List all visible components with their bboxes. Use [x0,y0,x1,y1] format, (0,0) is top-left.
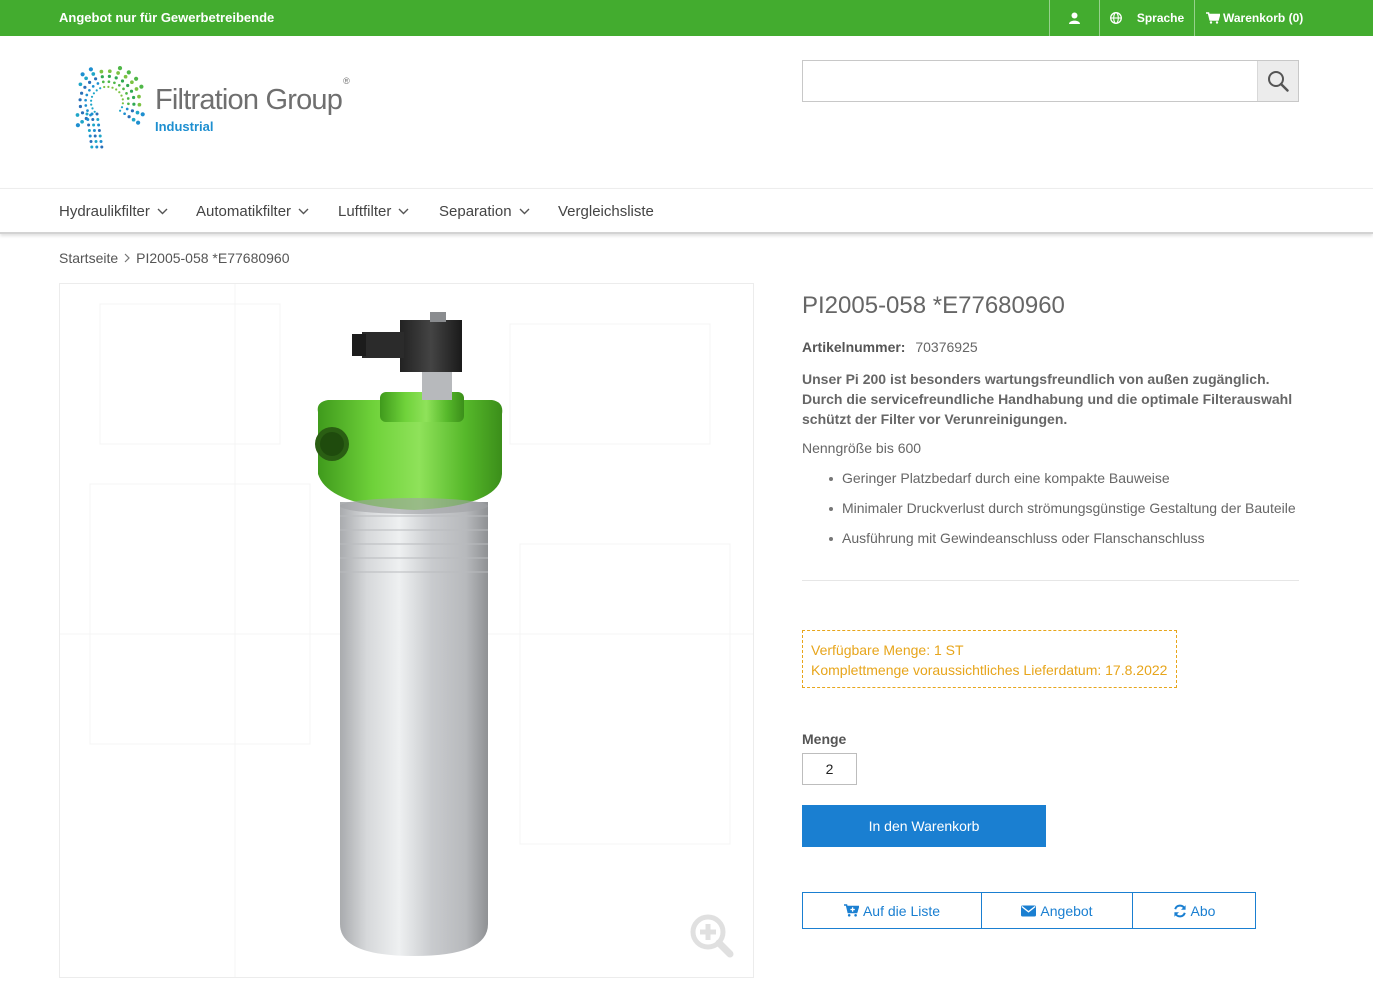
breadcrumb: Startseite PI2005-058 *E77680960 [59,250,290,266]
nominal-size: Nenngröße bis 600 [802,440,922,456]
envelope-icon [1021,905,1037,916]
search-button[interactable] [1257,61,1298,101]
breadcrumb-home[interactable]: Startseite [59,250,118,266]
logo-name-text: Filtration Group [155,84,343,116]
subscription-label: Abo [1190,902,1216,919]
main-navigation: Hydraulikfilter Automatikfilter Luftfilt… [0,188,1373,234]
article-number-label: Artikelnummer: [802,339,906,355]
nav-item-label: Separation [439,203,512,220]
filter-housing-image [60,284,753,977]
account-button[interactable] [1049,0,1099,36]
nav-item-label: Luftfilter [338,203,392,220]
availability-delivery-date: Komplettmenge voraussichtliches Lieferda… [811,662,1168,678]
chevron-down-icon [398,208,409,215]
product-title: PI2005-058 *E77680960 [802,292,1065,319]
add-to-cart-button[interactable]: In den Warenkorb [802,805,1046,847]
nav-item-luftfilter[interactable]: Luftfilter [338,203,409,220]
chevron-down-icon [298,208,309,215]
logo-name: Filtration Group® [155,76,350,117]
article-number-value: 70376925 [915,339,978,355]
globe-icon [1109,12,1122,24]
refresh-icon [1173,904,1186,917]
product-image[interactable] [59,283,754,978]
add-to-list-button[interactable]: Auf die Liste [803,893,981,928]
brand-logo[interactable]: Filtration Group® Industrial [75,66,405,156]
chevron-down-icon [519,208,530,215]
quote-button[interactable]: Angebot [981,893,1132,928]
feature-list: Geringer Platzbedarf durch eine kompakte… [829,470,1296,560]
nav-item-vergleichsliste[interactable]: Vergleichsliste [558,203,654,220]
list-item: Ausführung mit Gewindeanschluss oder Fla… [829,530,1296,560]
availability-box: Verfügbare Menge: 1 ST Komplettmenge vor… [802,630,1177,688]
nav-item-label: Hydraulikfilter [59,203,150,220]
product-actions: Auf die Liste Angebot Abo [802,892,1256,929]
nav-item-label: Vergleichsliste [558,203,654,220]
shopping-cart-icon [1206,12,1220,24]
breadcrumb-current: PI2005-058 *E77680960 [136,250,290,266]
cart-button[interactable]: Warenkorb (0) [1194,0,1373,36]
cart-plus-icon [843,904,859,917]
search-bar [802,60,1299,102]
nav-item-hydraulikfilter[interactable]: Hydraulikfilter [59,203,168,220]
product-description: Unser Pi 200 ist besonders wartungsfreun… [802,371,1293,427]
chevron-right-icon [124,253,130,263]
user-icon [1069,12,1080,24]
promo-text: Angebot nur für Gewerbetreibende [59,10,275,25]
nav-item-separation[interactable]: Separation [439,203,530,220]
quantity-label: Menge [802,731,847,747]
logo-registered: ® [343,76,350,87]
chevron-down-icon [157,208,168,215]
language-label: Sprache [1136,11,1185,25]
subscription-button[interactable]: Abo [1132,893,1255,928]
search-icon [1268,71,1289,92]
search-input[interactable] [803,61,1257,101]
logo-subtitle: Industrial [155,119,214,134]
list-item: Minimaler Druckverlust durch strömungsgü… [829,500,1296,530]
divider [802,580,1299,581]
availability-quantity: Verfügbare Menge: 1 ST [811,642,964,658]
quote-label: Angebot [1040,902,1093,919]
quantity-input[interactable] [802,753,857,785]
nav-item-label: Automatikfilter [196,203,292,220]
zoom-in-icon[interactable] [690,914,734,958]
cart-label: Warenkorb (0) [1223,11,1304,25]
nav-item-automatikfilter[interactable]: Automatikfilter [196,203,309,220]
article-number: Artikelnummer: 70376925 [802,339,978,355]
add-to-list-label: Auf die Liste [862,902,941,919]
list-item: Geringer Platzbedarf durch eine kompakte… [829,470,1296,500]
language-button[interactable]: Sprache [1099,0,1194,36]
logo-mark [75,66,145,149]
top-bar: Angebot nur für Gewerbetreibende Sprache… [0,0,1373,36]
